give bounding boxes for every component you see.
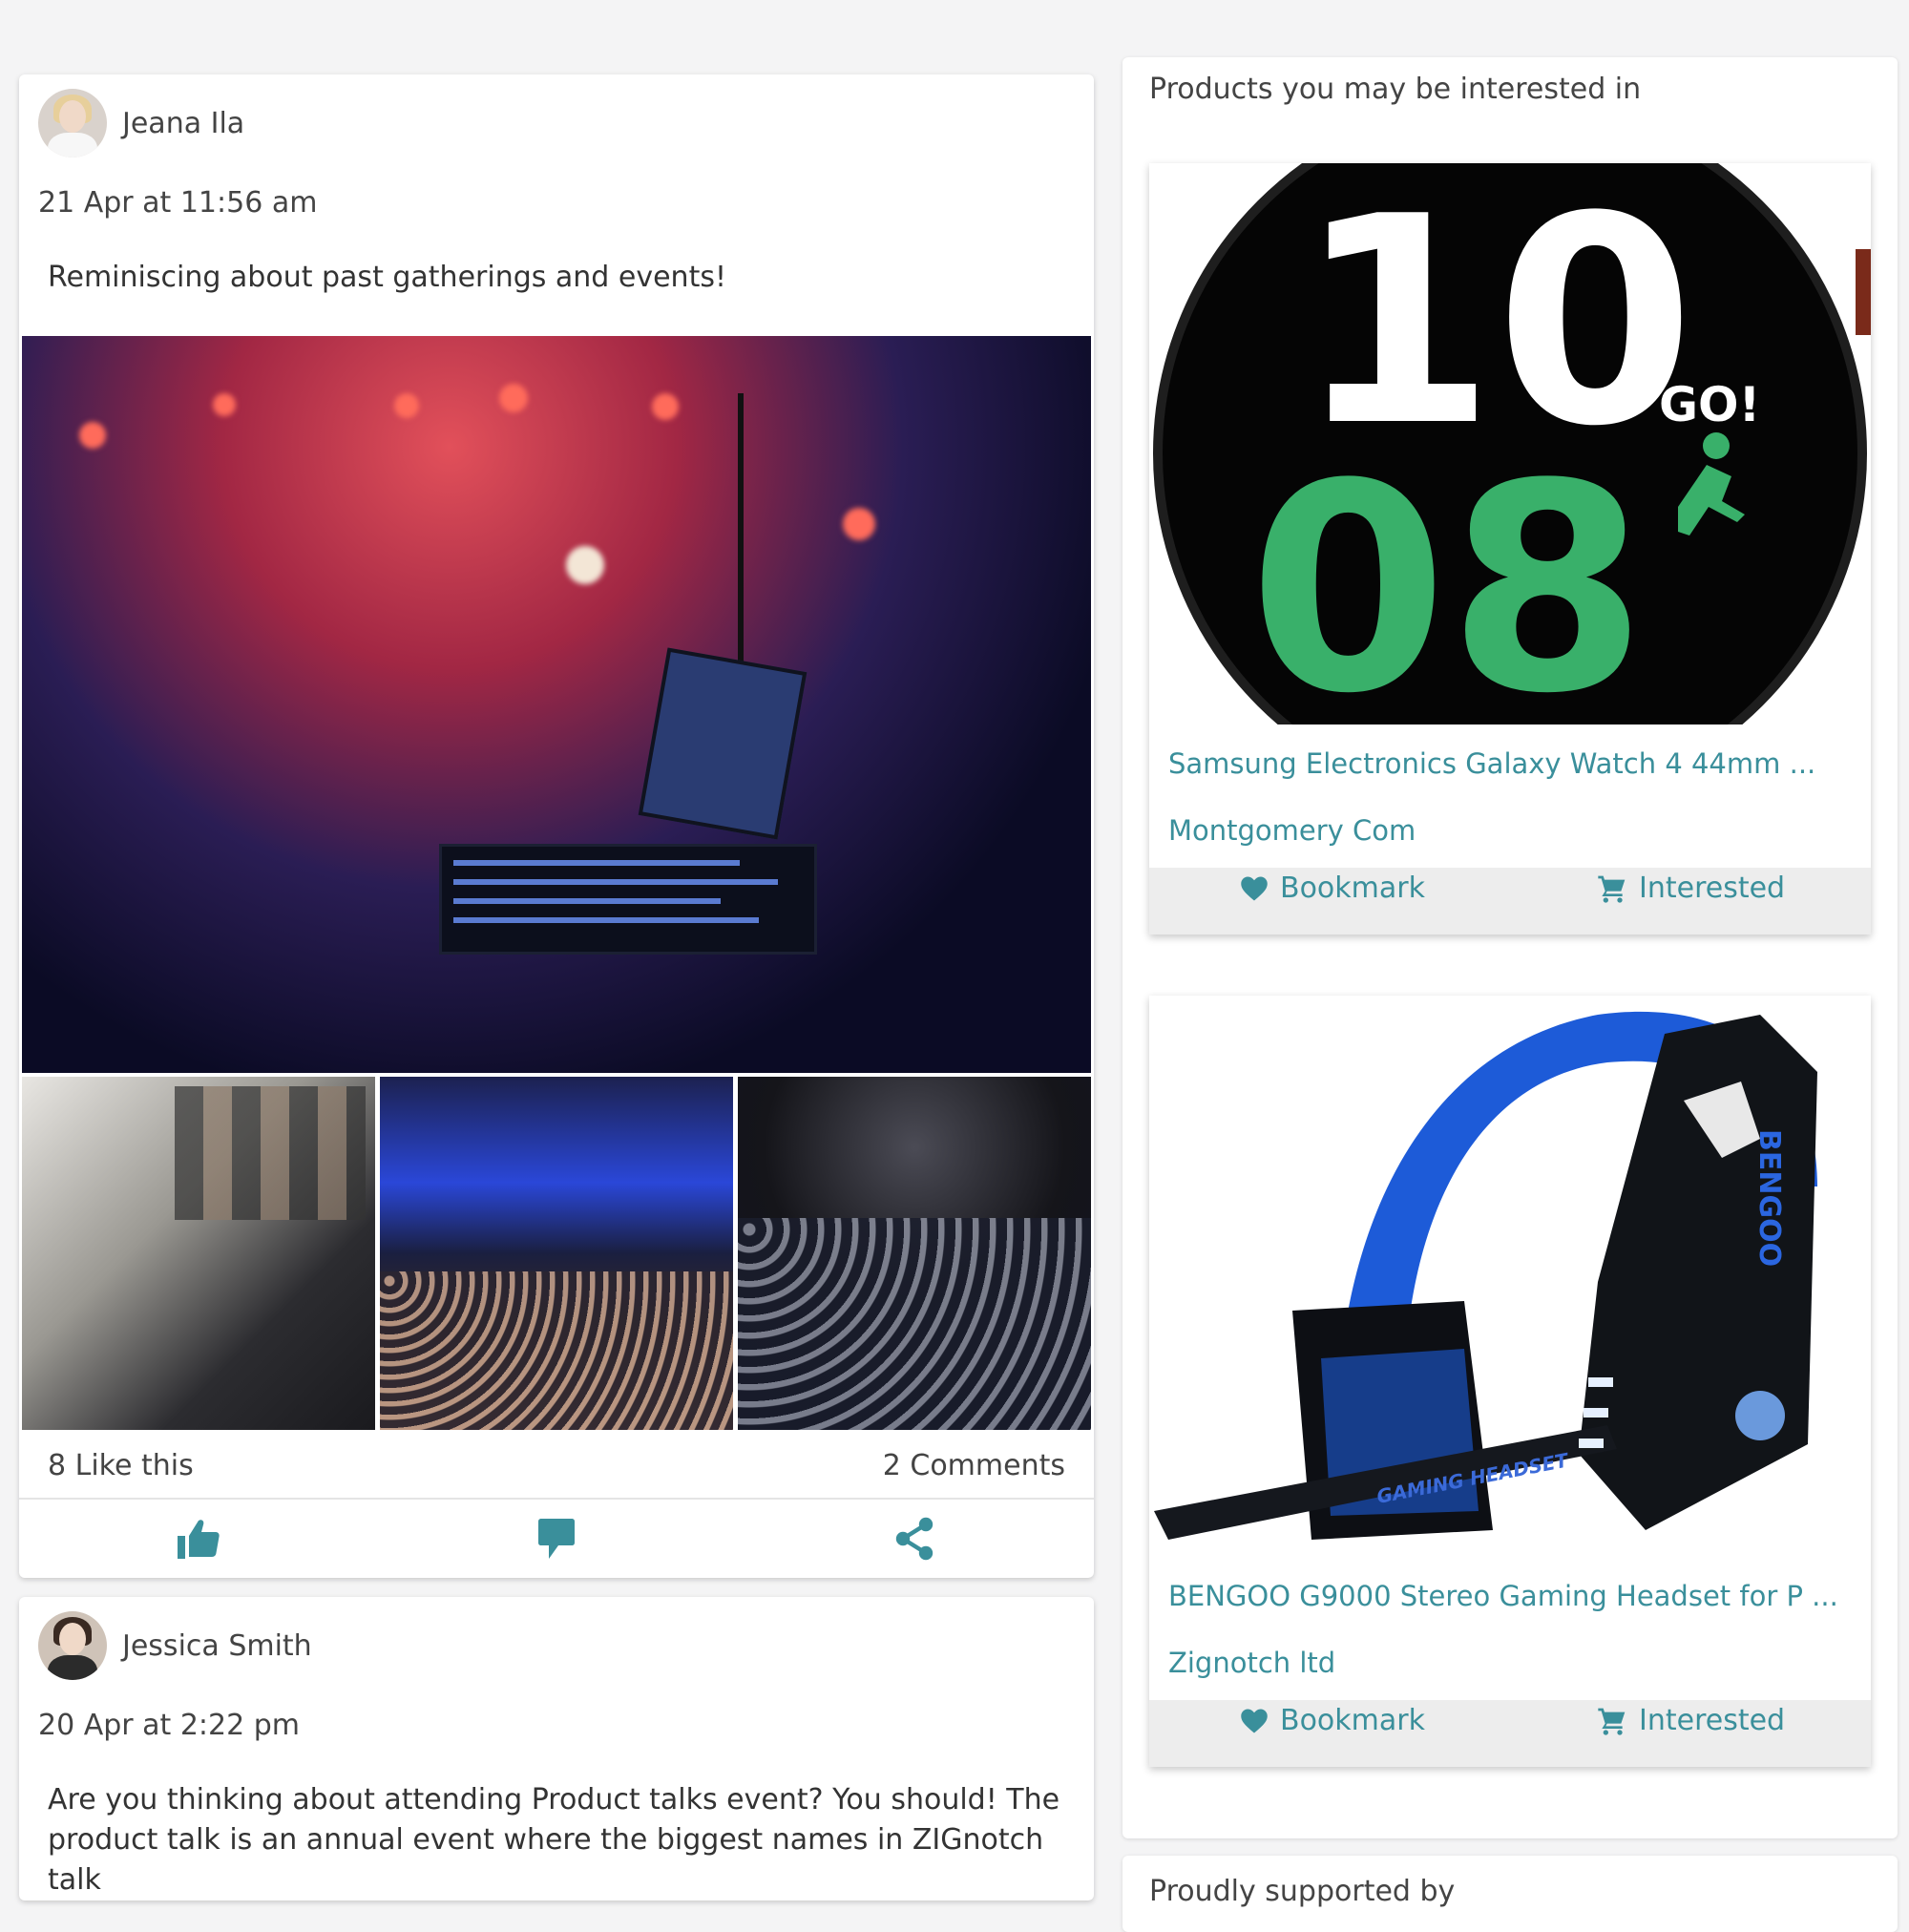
product-card[interactable]: GAMING HEADSET BENGOO BENGOO G9000 Stere…	[1149, 996, 1871, 1767]
post-card: Jessica Smith 20 Apr at 2:22 pm Are you …	[19, 1597, 1094, 1900]
post-image-thumb[interactable]	[380, 1077, 733, 1430]
comment-icon	[537, 1519, 575, 1559]
post-stats: 8 Like this 2 Comments	[19, 1430, 1094, 1498]
comment-count[interactable]: 2 Comments	[883, 1449, 1065, 1482]
post-timestamp: 21 Apr at 11:56 am	[38, 186, 318, 220]
avatar[interactable]	[38, 89, 107, 158]
post-timestamp: 20 Apr at 2:22 pm	[38, 1709, 300, 1742]
like-button[interactable]	[170, 1510, 227, 1567]
comment-button[interactable]	[528, 1510, 585, 1567]
cart-icon	[1598, 1708, 1626, 1735]
post-image-main[interactable]	[22, 336, 1091, 1073]
bookmark-label: Bookmark	[1280, 1704, 1425, 1737]
share-button[interactable]	[886, 1510, 943, 1567]
product-actions: Bookmark Interested	[1149, 1700, 1871, 1767]
post-media	[19, 336, 1094, 1430]
bookmark-label: Bookmark	[1280, 872, 1425, 905]
heart-icon	[1241, 1709, 1268, 1732]
post-image-thumb[interactable]	[738, 1077, 1091, 1430]
bookmark-button[interactable]: Bookmark	[1240, 872, 1425, 905]
post-actions	[19, 1498, 1094, 1578]
post-text: Reminiscing about past gatherings and ev…	[48, 261, 726, 294]
headset-brand-text: BENGOO	[1752, 1129, 1786, 1267]
product-actions: Bookmark Interested	[1149, 868, 1871, 934]
product-name[interactable]: Samsung Electronics Galaxy Watch 4 44mm …	[1149, 747, 1871, 780]
product-card[interactable]: 10 08 GO! Samsung Electronics Galaxy Wat…	[1149, 163, 1871, 934]
post-header: Jeana Ila	[19, 74, 1094, 158]
bookmark-button[interactable]: Bookmark	[1240, 1704, 1425, 1737]
product-seller[interactable]: Montgomery Com	[1149, 814, 1871, 847]
product-image[interactable]: 10 08 GO!	[1149, 163, 1871, 724]
heart-icon	[1241, 876, 1268, 900]
product-image[interactable]: GAMING HEADSET BENGOO	[1149, 996, 1871, 1557]
cart-icon	[1598, 875, 1626, 903]
post-author[interactable]: Jessica Smith	[122, 1629, 312, 1663]
supported-by-panel: Proudly supported by	[1122, 1856, 1898, 1932]
post-feed: Jeana Ila 21 Apr at 11:56 am Reminiscing…	[19, 74, 1094, 1920]
post-image-thumbnails	[22, 1077, 1091, 1430]
post-author[interactable]: Jeana Ila	[122, 107, 244, 140]
post-header: Jessica Smith	[19, 1597, 1094, 1680]
watch-minute-text: 08	[1248, 423, 1647, 724]
interested-button[interactable]: Interested	[1597, 1704, 1785, 1737]
post-card: Jeana Ila 21 Apr at 11:56 am Reminiscing…	[19, 74, 1094, 1578]
supported-by-title: Proudly supported by	[1149, 1875, 1456, 1908]
watch-go-text: GO!	[1659, 377, 1760, 432]
thumbs-up-icon	[177, 1520, 220, 1559]
post-image-thumb[interactable]	[22, 1077, 375, 1430]
like-count[interactable]: 8 Like this	[48, 1449, 194, 1482]
interested-label: Interested	[1638, 872, 1786, 905]
share-icon	[896, 1517, 934, 1561]
product-sidebar: Products you may be interested in 10 08 …	[1122, 57, 1898, 1838]
post-text: Are you thinking about attending Product…	[48, 1783, 1060, 1897]
interested-button[interactable]: Interested	[1597, 872, 1785, 905]
product-seller[interactable]: Zignotch ltd	[1149, 1647, 1871, 1679]
interested-label: Interested	[1638, 1704, 1786, 1737]
product-name[interactable]: BENGOO G9000 Stereo Gaming Headset for P…	[1149, 1580, 1871, 1612]
avatar[interactable]	[38, 1611, 107, 1680]
sidebar-title: Products you may be interested in	[1149, 73, 1642, 106]
